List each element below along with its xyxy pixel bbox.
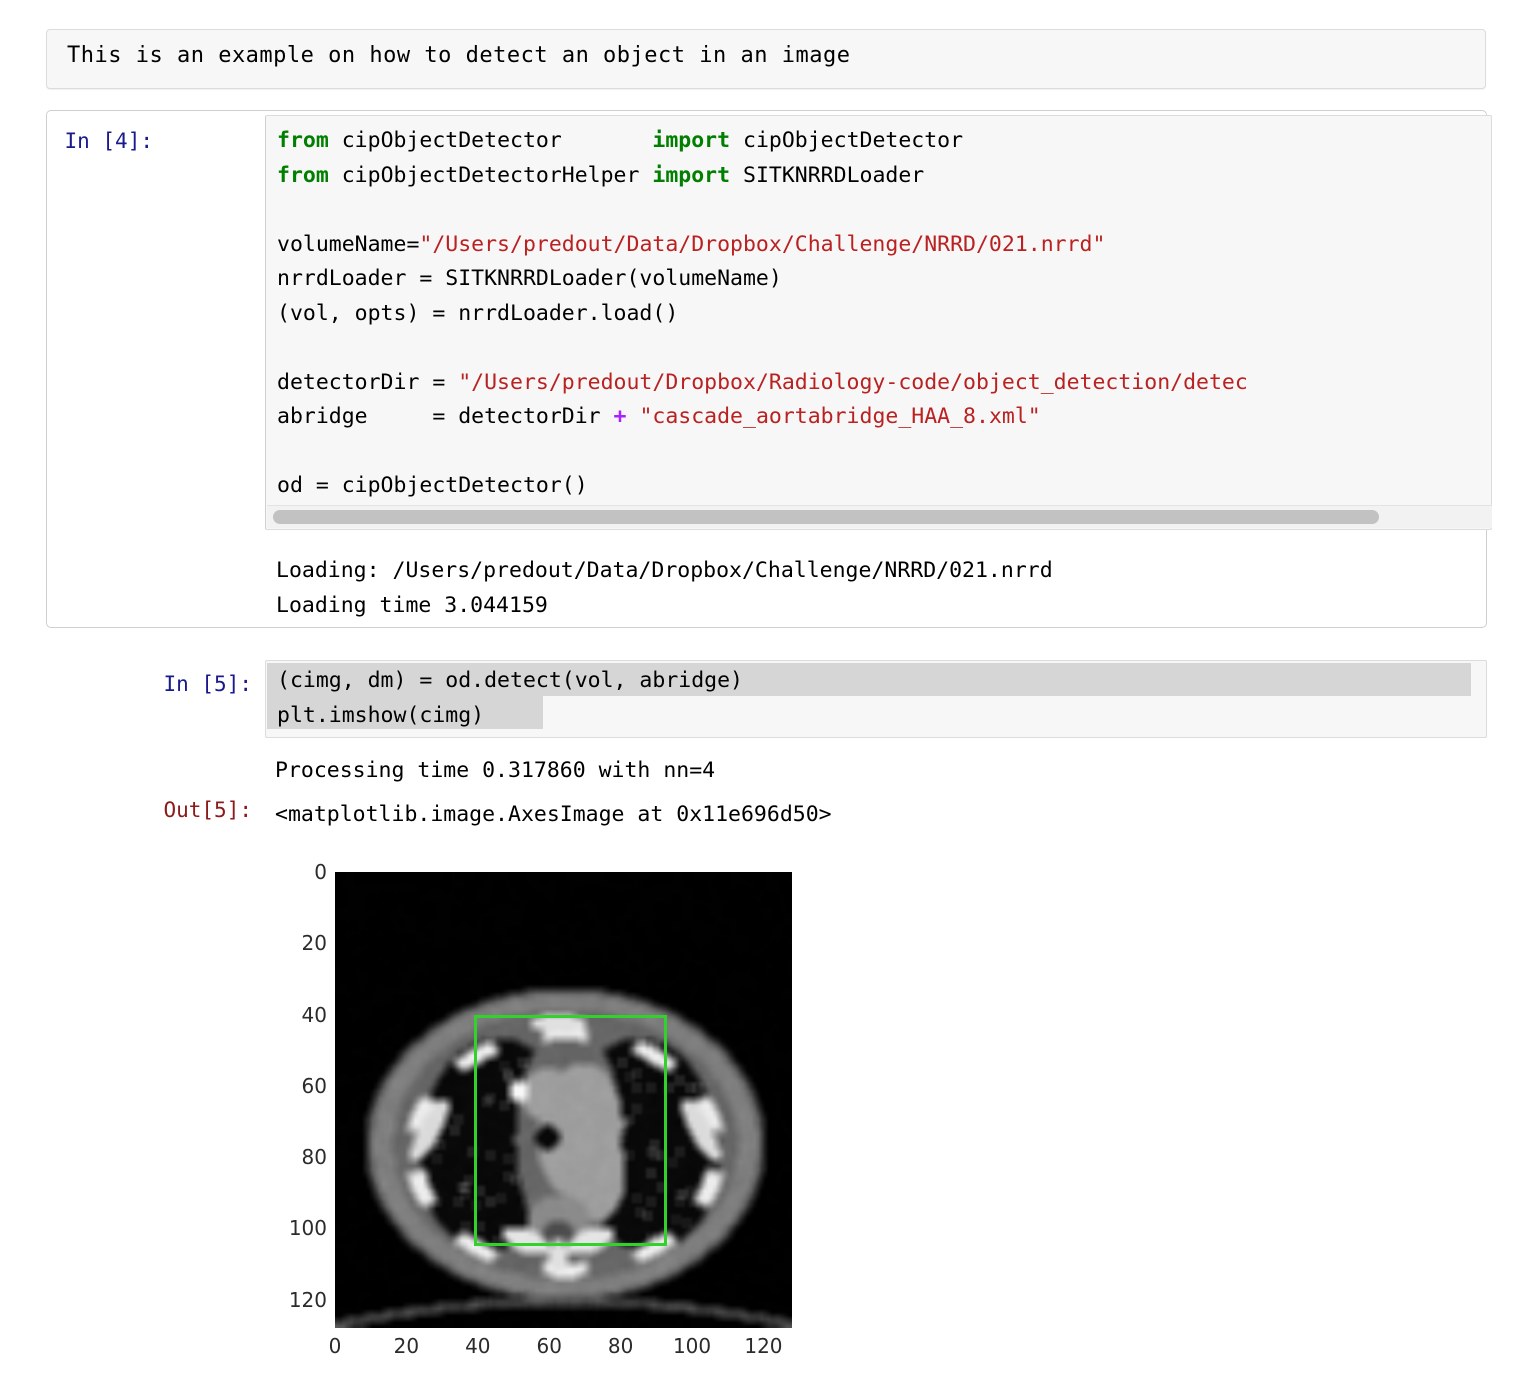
code-token: (vol, opts) = nrrdLoader.load() [277,300,679,326]
output-prompt-out-5: Out[5]: [163,798,252,822]
markdown-cell-text: This is an example on how to detect an o… [67,43,851,68]
code-cell-in-4[interactable]: In [4]: from cipObjectDetector import ci… [46,110,1492,628]
code-line: from cipObjectDetectorHelper import SITK… [277,159,1248,194]
source-code-in-4[interactable]: from cipObjectDetector import cipObjectD… [277,124,1248,504]
horizontal-scrollbar[interactable] [267,505,1492,528]
code-token: + [613,404,627,429]
code-token: detectorDir = [277,369,459,395]
markdown-cell[interactable]: This is an example on how to detect an o… [46,29,1486,89]
x-tick-label: 100 [672,1334,712,1358]
stdout-output-in-4: Loading: /Users/predout/Data/Dropbox/Cha… [276,554,1053,623]
stdout-output-in-5: Processing time 0.317860 with nn=4 [275,754,715,789]
code-token: cipObjectDetectorHelper [341,162,653,188]
code-line: volumeName="/Users/predout/Data/Dropbox/… [277,228,1248,263]
ct-image-axes [335,872,792,1328]
code-token: import [652,162,744,188]
code-line: od = cipObjectDetector() [277,469,1248,504]
code-line: plt.imshow(cimg) [277,702,485,728]
y-tick-label: 20 [301,931,327,956]
code-line: abridge = detectorDir + "cascade_aortabr… [277,400,1248,435]
code-token: "/Users/predout/Dropbox/Radiology-code/o… [458,369,1248,395]
y-tick-label: 100 [288,1216,327,1241]
code-token: od = cipObjectDetector() [277,473,588,498]
code-token: nrrdLoader = SITKNRRDLoader(volumeName) [277,266,782,291]
x-tick-label: 60 [536,1334,562,1358]
detection-bounding-box [474,1014,668,1247]
y-tick-label: 40 [301,1002,327,1027]
stdout-line: Loading time 3.044159 [276,592,548,618]
y-tick-label: 80 [301,1145,327,1169]
x-tick-label: 40 [465,1334,491,1358]
code-token: "/Users/predout/Data/Dropbox/Challenge/N… [419,231,1106,257]
x-tick-label: 80 [607,1334,634,1358]
y-tick-label: 0 [314,860,327,884]
y-tick-label: 60 [301,1073,327,1098]
matplotlib-figure: 0 20 40 60 80 100 120 0 20 40 60 80 100 120 [280,855,820,1358]
code-token: SITKNRRDLoader [743,162,925,188]
x-tick-label: 0 [328,1334,342,1358]
stdout-line: Processing time 0.317860 with nn=4 [275,758,716,783]
code-token: "cascade_aortabridge_HAA_8.xml" [639,404,1041,429]
source-code-in-5[interactable]: (cimg, dm) = od.detect(vol, abridge) plt.… [277,664,743,733]
code-line: (cimg, dm) = od.detect(vol, abridge) [277,668,743,693]
code-input-area-in-5[interactable]: (cimg, dm) = od.detect(vol, abridge) plt.… [265,660,1487,738]
input-prompt-in-4: In [4]: [64,129,153,153]
input-prompt-in-5: In [5]: [163,672,252,696]
code-token: import [652,128,744,153]
code-line: detectorDir = "/Users/predout/Dropbox/Ra… [277,366,1248,401]
y-tick-label: 120 [288,1287,327,1312]
code-token: abridge = detectorDir [277,404,614,429]
scrollbar-thumb[interactable] [273,510,1379,524]
result-repr-out-5: <matplotlib.image.AxesImage at 0x11e696d… [275,802,832,827]
code-token: volumeName= [277,231,420,257]
code-line: from cipObjectDetector import cipObjectD… [277,124,1248,159]
stdout-line: Loading: /Users/predout/Data/Dropbox/Cha… [276,558,1053,583]
code-token: from [277,128,342,153]
code-line: nrrdLoader = SITKNRRDLoader(volumeName) [277,262,1248,297]
code-token: cipObjectDetector [341,128,653,153]
code-token: from [277,162,342,188]
x-tick-label: 20 [393,1334,420,1358]
code-input-area-in-4[interactable]: from cipObjectDetector import cipObjectD… [265,115,1492,530]
code-line: (vol, opts) = nrrdLoader.load() [277,297,1248,332]
x-tick-label: 120 [744,1334,783,1358]
code-token: cipObjectDetector [743,128,964,153]
